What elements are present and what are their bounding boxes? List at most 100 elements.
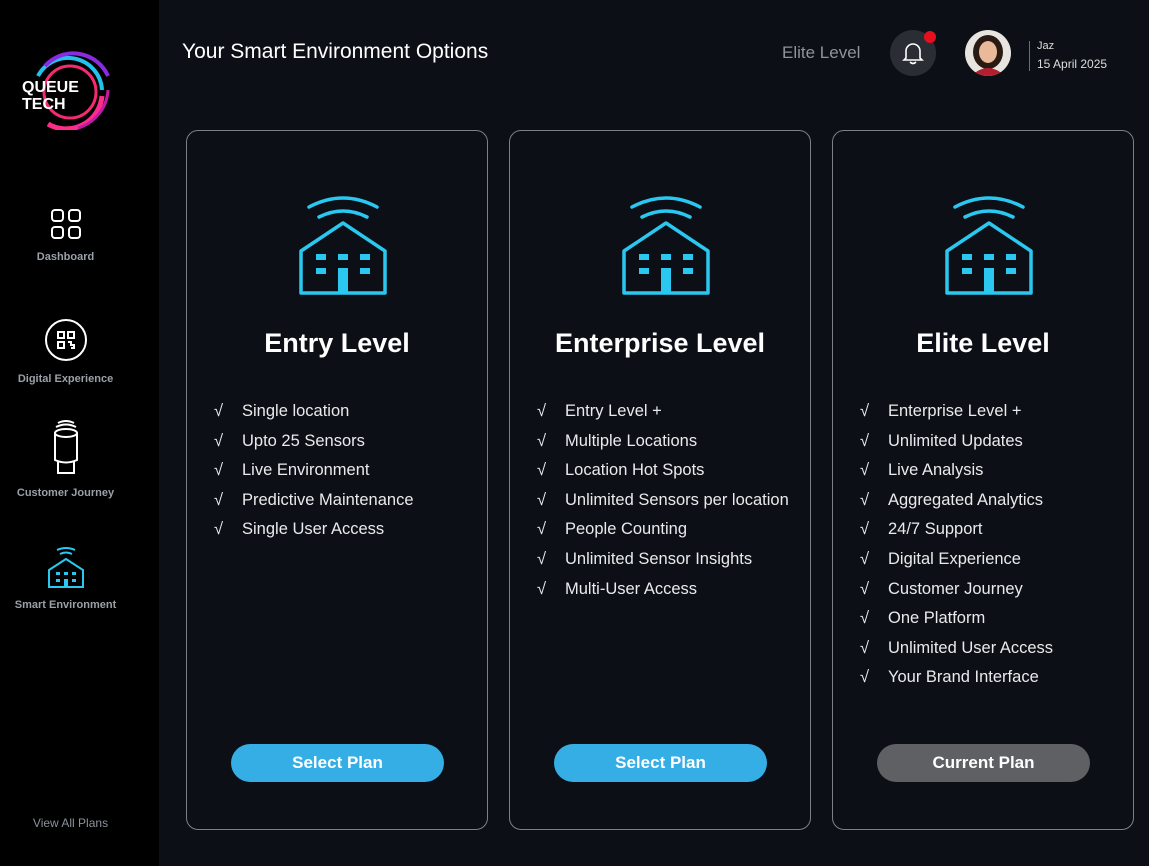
current-plan-button[interactable]: Current Plan xyxy=(877,744,1090,782)
feature-label: Entry Level + xyxy=(565,402,662,420)
feature-label: Digital Experience xyxy=(888,549,1021,568)
feature-label: Your Brand Interface xyxy=(888,668,1039,687)
page-title: Your Smart Environment Options xyxy=(182,40,489,63)
check-mark-icon: √ xyxy=(537,461,547,480)
feature-label: Multiple Locations xyxy=(565,431,698,450)
check-mark-icon: √ xyxy=(537,520,547,539)
check-mark-icon: √ xyxy=(537,402,547,420)
check-mark-icon: √ xyxy=(214,431,224,450)
sidebar-item-label: Digital Experience xyxy=(17,373,114,385)
feature-item: √ Entry Level + xyxy=(537,402,789,432)
check-mark-icon: √ xyxy=(537,490,547,509)
sidebar-item-digital-experience[interactable]: Digital Experience xyxy=(0,318,131,385)
plan-card-enterprise-level: Enterprise Level √ Entry Level + √ Multiple… xyxy=(509,130,811,830)
feature-item: √ Predictive Maintenance xyxy=(214,491,414,521)
feature-item: √ Unlimited Updates xyxy=(860,432,1053,462)
check-mark-icon: √ xyxy=(214,490,224,509)
feature-label: Enterprise Level + xyxy=(888,402,1022,420)
check-mark-icon: √ xyxy=(537,549,547,568)
check-mark-icon: √ xyxy=(860,609,870,628)
smart-building-icon xyxy=(620,193,712,302)
feature-label: Upto 25 Sensors xyxy=(242,431,365,450)
check-mark-icon: √ xyxy=(860,579,870,598)
check-mark-icon: √ xyxy=(860,638,870,657)
feature-label: Customer Journey xyxy=(888,579,1023,598)
feature-item: √ Aggregated Analytics xyxy=(860,491,1053,521)
feature-item: √ Multi-User Access xyxy=(537,580,789,610)
feature-item: √ Live Analysis xyxy=(860,461,1053,491)
sidebar-item-label: Dashboard xyxy=(36,251,95,263)
feature-item: √ People Counting xyxy=(537,520,789,550)
check-mark-icon: √ xyxy=(860,668,870,687)
check-mark-icon: √ xyxy=(214,461,224,480)
feature-label: Single User Access xyxy=(242,520,385,539)
feature-item: √ Live Environment xyxy=(214,461,414,491)
feature-item: √ Your Brand Interface xyxy=(860,668,1053,698)
feature-item: √ Unlimited Sensors per location xyxy=(537,491,789,521)
feature-label: Live Environment xyxy=(242,461,370,480)
check-mark-icon: √ xyxy=(537,431,547,450)
feature-label: One Platform xyxy=(888,609,986,628)
feature-label: Unlimited User Access xyxy=(888,638,1054,657)
feature-label: Single location xyxy=(242,402,350,420)
view-all-plans-link[interactable]: View All Plans xyxy=(0,816,141,830)
feature-item: √ Location Hot Spots xyxy=(537,461,789,491)
feature-item: √ Unlimited User Access xyxy=(860,639,1053,669)
feature-label: Live Analysis xyxy=(888,461,984,480)
sidebar-item-dashboard[interactable]: Dashboard xyxy=(0,208,131,263)
check-mark-icon: √ xyxy=(860,549,870,568)
feature-item: √ 24/7 Support xyxy=(860,520,1053,550)
sensor-device-icon xyxy=(0,418,131,481)
feature-item: √ Digital Experience xyxy=(860,550,1053,580)
check-mark-icon: √ xyxy=(860,402,870,420)
check-mark-icon: √ xyxy=(537,579,547,598)
select-plan-button[interactable]: Select Plan xyxy=(554,744,767,782)
sidebar-item-smart-environment[interactable]: Smart Environment xyxy=(0,546,131,611)
feature-label: Multi-User Access xyxy=(565,579,698,598)
plan-card-elite-level: Elite Level √ Enterprise Level + √ Unlimite… xyxy=(832,130,1134,830)
feature-label: Unlimited Sensor Insights xyxy=(565,549,753,568)
sidebar-item-label: Customer Journey xyxy=(16,487,115,499)
qr-code-icon xyxy=(0,318,131,367)
plan-title: Enterprise Level xyxy=(554,328,766,358)
select-plan-button[interactable]: Select Plan xyxy=(231,744,444,782)
feature-item: √ Single location xyxy=(214,402,414,432)
current-level-label: Elite Level xyxy=(782,43,861,62)
smart-building-icon xyxy=(0,546,131,593)
check-mark-icon: √ xyxy=(860,490,870,509)
feature-label: Unlimited Updates xyxy=(888,431,1023,450)
feature-item: √ Multiple Locations xyxy=(537,432,789,462)
sidebar-item-customer-journey[interactable]: Customer Journey xyxy=(0,418,131,499)
bell-icon xyxy=(902,41,924,70)
feature-list: √ Enterprise Level + √ Unlimited Updates √ Li… xyxy=(860,402,1053,698)
plan-card-entry-level: Entry Level √ Single location √ Upto 25 Sen… xyxy=(186,130,488,830)
plan-title: Elite Level xyxy=(916,328,1050,358)
sidebar: QUEUE TECH Dashboard Digital Experience xyxy=(0,0,159,866)
feature-item: √ Unlimited Sensor Insights xyxy=(537,550,789,580)
feature-item: √ Single User Access xyxy=(214,520,414,550)
header-divider xyxy=(1029,41,1030,71)
feature-label: Location Hot Spots xyxy=(565,461,705,480)
feature-label: 24/7 Support xyxy=(888,520,983,539)
feature-list: √ Single location √ Upto 25 Sensors √ Live En… xyxy=(214,402,414,550)
smart-building-icon xyxy=(943,193,1035,302)
grid-icon xyxy=(0,208,131,245)
feature-item: √ Upto 25 Sensors xyxy=(214,432,414,462)
check-mark-icon: √ xyxy=(214,402,224,420)
feature-label: Unlimited Sensors per location xyxy=(565,490,789,509)
queue-tech-logo[interactable]: QUEUE TECH xyxy=(18,46,114,132)
plan-title: Entry Level xyxy=(264,328,410,358)
check-mark-icon: √ xyxy=(860,520,870,539)
smart-building-icon xyxy=(297,193,389,302)
check-mark-icon: √ xyxy=(860,461,870,480)
notification-badge xyxy=(924,31,936,43)
feature-item: √ Enterprise Level + xyxy=(860,402,1053,432)
logo-line1: QUEUE xyxy=(22,79,79,96)
feature-label: People Counting xyxy=(565,520,688,539)
user-avatar[interactable] xyxy=(965,30,1011,76)
user-name: Jaz xyxy=(1037,40,1055,52)
feature-label: Aggregated Analytics xyxy=(888,490,1044,509)
check-mark-icon: √ xyxy=(214,520,224,539)
feature-item: √ Customer Journey xyxy=(860,580,1053,610)
feature-item: √ One Platform xyxy=(860,609,1053,639)
